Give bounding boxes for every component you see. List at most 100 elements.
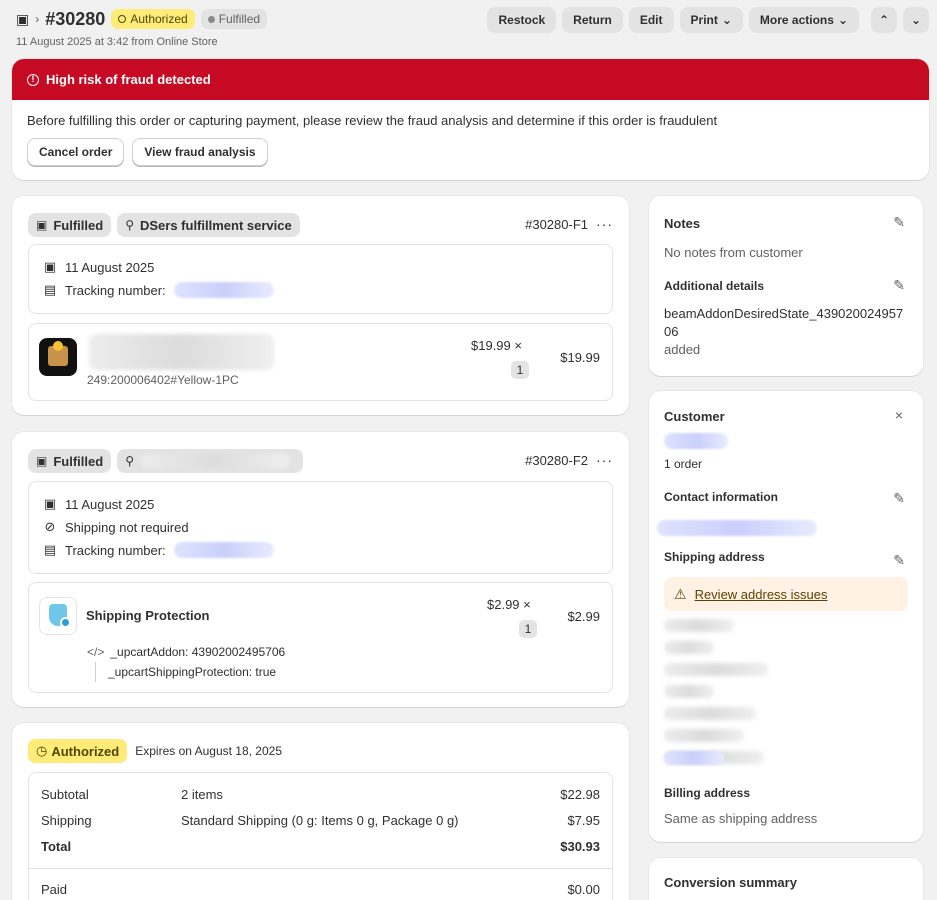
customer-name-redacted[interactable] [664,433,728,449]
quantity-badge: 1 [511,361,529,379]
fulfilled-box-icon: ▣ [36,218,48,232]
additional-key-cont: 06 [664,324,679,339]
clock-icon: ◷ [36,743,48,758]
payment-card: ◷ Authorized Expires on August 18, 2025 … [12,723,629,900]
cancel-order-button[interactable]: Cancel order [27,138,125,166]
customer-orders[interactable]: 1 order [664,457,702,471]
location-redacted [139,454,290,468]
return-button[interactable]: Return [562,7,623,33]
notes-card: Notes ✎ No notes from customer Additiona… [649,196,923,376]
line-total: $19.99 [560,350,600,365]
fraud-title: High risk of fraud detected [46,72,211,87]
chevron-up-icon: ⌃ [878,13,890,27]
chevron-down-icon: ⌄ [910,13,922,27]
location-chip: ⚲ [117,449,304,473]
edit-notes-pencil-icon[interactable]: ✎ [893,214,905,231]
next-order-button[interactable]: ⌄ [903,7,929,33]
conversion-summary-card: Conversion summary [649,858,923,900]
chevron-down-icon: ⌄ [837,13,848,27]
conversion-title: Conversion summary [664,875,797,890]
tracking-label: Tracking number: [65,282,166,298]
more-menu-icon[interactable]: ··· [596,216,613,232]
payment-row-paid: Paid $0.00 [41,882,600,897]
tracking-number-redacted[interactable] [173,542,274,558]
additional-details-title: Additional details [664,279,765,293]
fulfillment-card-2: ▣ Fulfilled ⚲ #30280-F2 ··· ▣ 11 August … [12,432,629,707]
additional-key: beamAddonDesiredState_439020024957 [664,306,904,321]
line-item: Shipping Protection $2.99 × 1 $2.99 </> … [28,582,613,693]
notes-text: No notes from customer [664,245,803,260]
print-button[interactable]: Print ⌄ [679,7,743,33]
alert-circle-icon: ! [27,73,39,86]
fulfilled-box-icon: ▣ [36,454,48,468]
tracking-icon: ▤ [43,282,57,297]
edit-additional-pencil-icon[interactable]: ✎ [893,277,905,294]
more-menu-icon[interactable]: ··· [596,452,613,468]
edit-button[interactable]: Edit [628,7,674,33]
fulfilled-box-icon: ▣ [43,259,57,274]
contact-title: Contact information [664,490,778,504]
code-icon: </> [87,645,105,659]
previous-order-button[interactable]: ⌃ [871,7,897,33]
order-subline: 11 August 2025 at 3:42 from Online Store [16,36,218,48]
restock-button[interactable]: Restock [487,7,557,33]
status-dot-icon [207,15,215,23]
product-image[interactable] [39,338,77,376]
line-property: _upcartAddon: 43902002495706 [110,645,286,659]
shipping-address-redacted [664,617,774,767]
review-address-link[interactable]: Review address issues [695,587,828,602]
order-header: ▣ › #30280 Authorized Fulfilled 11 Augus… [16,7,929,52]
tracking-icon: ▤ [43,542,57,557]
line-item: 249:200006402#Yellow-1PC $19.99 × 1 $19.… [28,323,613,401]
payment-row-shipping: Shipping Standard Shipping (0 g: Items 0… [41,813,600,828]
orders-inbox-icon[interactable]: ▣ [16,11,29,28]
payment-summary: Subtotal 2 items $22.98 Shipping Standar… [28,772,613,900]
fulfillment-card-1: ▣ Fulfilled ⚲ DSers fulfillment service … [12,196,629,415]
divider [29,868,612,869]
fraud-banner-header: ! High risk of fraud detected [12,59,929,100]
warning-icon: ⚠ [674,585,687,602]
location-pin-icon: ⚲ [125,218,134,232]
notes-title: Notes [664,216,701,231]
no-shipping-icon: ⊘ [44,519,56,534]
more-actions-button[interactable]: More actions ⌄ [748,7,859,33]
additional-value: added [664,342,701,357]
tracking-label: Tracking number: [65,542,166,558]
shipping-protection-image[interactable] [39,597,77,635]
billing-address-text: Same as shipping address [664,811,818,826]
view-fraud-analysis-button[interactable]: View fraud analysis [132,138,268,166]
line-total: $2.99 [567,609,600,624]
pending-dot-icon [118,15,127,23]
payment-row-total: Total $30.93 [41,839,600,854]
shipping-note: Shipping not required [65,519,189,535]
fulfilled-badge: Fulfilled [200,9,268,29]
order-number: #30280 [45,8,106,29]
edit-contact-pencil-icon[interactable]: ✎ [893,490,905,507]
fulfilled-chip: ▣ Fulfilled [28,213,112,237]
location-chip: ⚲ DSers fulfillment service [117,213,300,237]
product-title-redacted[interactable] [89,334,274,370]
fulfillment-date: 11 August 2025 [65,259,155,275]
fraud-banner: ! High risk of fraud detected Before ful… [12,59,929,180]
close-icon[interactable]: × [895,407,903,423]
unit-price: $19.99 × [471,338,522,353]
tracking-number-redacted[interactable] [173,282,274,298]
shipping-address-title: Shipping address [664,550,765,564]
fulfillment-ref: #30280-F2 [525,452,588,468]
tracking-section: ▣ 11 August 2025 ▤ Tracking number: [28,244,613,314]
contact-email-redacted[interactable] [657,520,817,536]
address-warning: ⚠ Review address issues [664,577,908,611]
fulfilled-box-icon: ▣ [43,496,57,511]
billing-address-title: Billing address [664,786,751,800]
product-name[interactable]: Shipping Protection [86,608,210,623]
customer-title: Customer [664,409,725,424]
payment-authorized-badge: ◷ Authorized [28,739,128,763]
chevron-down-icon: ⌄ [721,13,732,27]
payment-row-subtotal: Subtotal 2 items $22.98 [41,787,600,802]
fraud-description: Before fulfilling this order or capturin… [27,113,718,128]
tracking-section: ▣ 11 August 2025 ⊘ Shipping not required… [28,481,613,574]
fulfillment-ref: #30280-F1 [525,216,588,232]
edit-shipping-pencil-icon[interactable]: ✎ [893,552,905,569]
product-variant: 249:200006402#Yellow-1PC [87,373,239,387]
customer-card: Customer × 1 order Contact information ✎… [649,391,923,842]
